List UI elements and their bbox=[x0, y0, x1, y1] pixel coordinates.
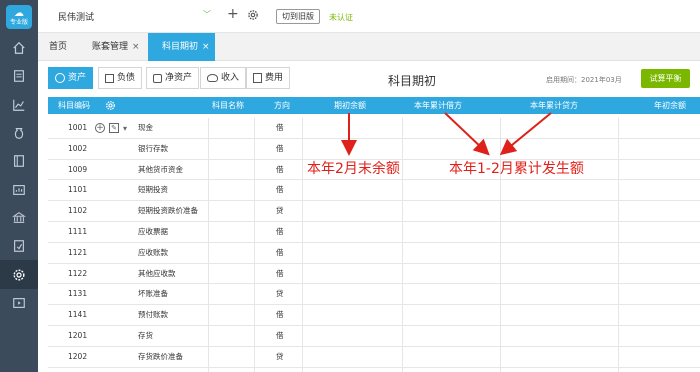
annotation-opening: 本年2月末余额 bbox=[307, 161, 400, 177]
annotation-arrow bbox=[444, 112, 490, 156]
annotation-arrows bbox=[341, 112, 552, 156]
annotation-accumulated: 本年1-2月累计发生额 bbox=[449, 161, 584, 177]
annotation-arrow bbox=[499, 112, 552, 156]
